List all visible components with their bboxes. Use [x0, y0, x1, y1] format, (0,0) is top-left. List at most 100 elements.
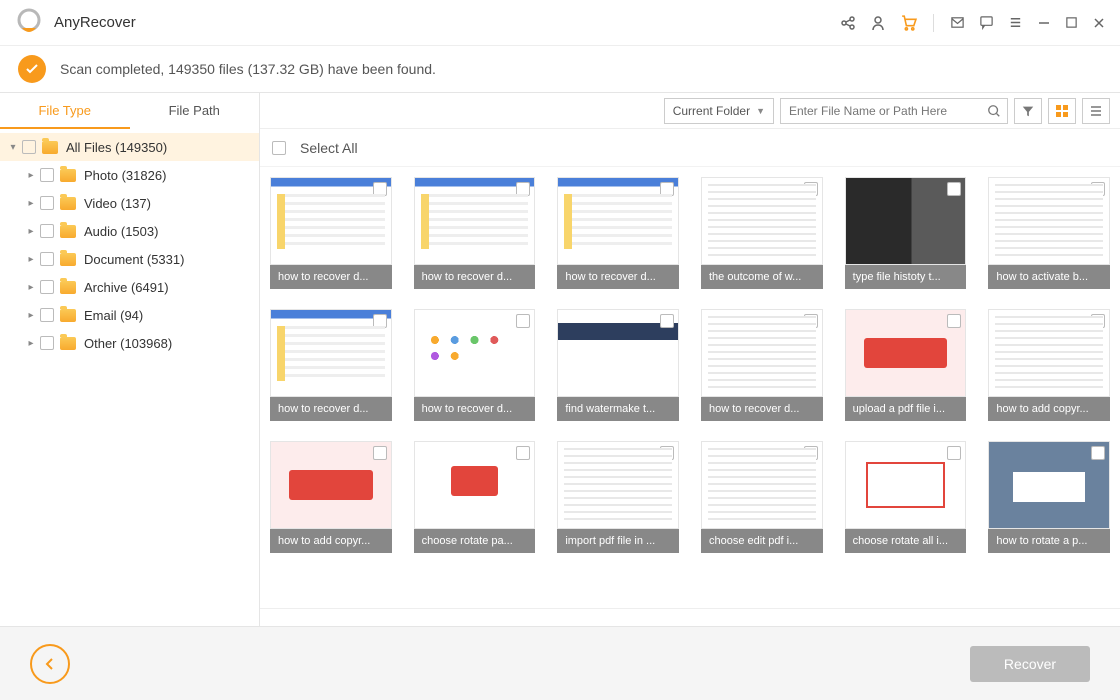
thumbnail-checkbox[interactable]	[804, 182, 818, 196]
thumbnail-preview	[414, 441, 536, 529]
checkbox[interactable]	[40, 280, 54, 294]
tree-item[interactable]: ▸ Photo (31826)	[0, 161, 259, 189]
recover-button[interactable]: Recover	[970, 646, 1090, 682]
thumbnail-checkbox[interactable]	[516, 182, 530, 196]
thumbnail-checkbox[interactable]	[373, 314, 387, 328]
thumbnail-checkbox[interactable]	[1091, 182, 1105, 196]
app-title: AnyRecover	[54, 14, 136, 31]
chevron-right-icon[interactable]: ▸	[24, 224, 38, 238]
tab-file-type[interactable]: File Type	[0, 93, 130, 129]
folder-icon	[60, 281, 76, 294]
checkbox[interactable]	[40, 336, 54, 350]
thumbnail-preview	[701, 441, 823, 529]
thumbnail-checkbox[interactable]	[804, 446, 818, 460]
folder-icon	[42, 141, 58, 154]
thumbnail-item[interactable]: choose rotate all i...	[845, 441, 967, 553]
thumbnail-grid: how to recover d... how to recover d... …	[270, 177, 1110, 553]
mail-icon[interactable]	[950, 15, 965, 30]
tree-item[interactable]: ▸ Other (103968)	[0, 329, 259, 357]
thumbnail-item[interactable]: how to add copyr...	[988, 309, 1110, 421]
folder-scope-dropdown[interactable]: Current Folder ▼	[664, 98, 774, 124]
thumbnail-preview	[845, 177, 967, 265]
user-icon[interactable]	[870, 15, 886, 31]
menu-icon[interactable]	[1008, 15, 1023, 30]
content-footer-strip	[260, 608, 1120, 626]
tree-label: Video (137)	[84, 196, 151, 211]
checkbox[interactable]	[40, 196, 54, 210]
chevron-right-icon[interactable]: ▸	[24, 336, 38, 350]
tree-item[interactable]: ▸ Email (94)	[0, 301, 259, 329]
minimize-icon[interactable]	[1037, 16, 1051, 30]
thumbnail-item[interactable]: choose edit pdf i...	[701, 441, 823, 553]
thumbnail-checkbox[interactable]	[660, 182, 674, 196]
list-view-icon[interactable]	[1082, 98, 1110, 124]
chevron-right-icon[interactable]: ▸	[24, 308, 38, 322]
thumbnail-item[interactable]: how to recover d...	[414, 309, 536, 421]
thumbnail-preview	[270, 441, 392, 529]
thumbnail-item[interactable]: import pdf file in ...	[557, 441, 679, 553]
chevron-down-icon: ▼	[756, 106, 765, 116]
checkbox[interactable]	[40, 252, 54, 266]
thumbnail-checkbox[interactable]	[660, 446, 674, 460]
thumbnail-checkbox[interactable]	[804, 314, 818, 328]
content-panel: Current Folder ▼ Select All	[260, 93, 1120, 626]
share-icon[interactable]	[840, 15, 856, 31]
thumbnail-checkbox[interactable]	[373, 446, 387, 460]
thumbnail-item[interactable]: how to add copyr...	[270, 441, 392, 553]
thumbnail-caption: upload a pdf file i...	[845, 397, 967, 421]
thumbnail-checkbox[interactable]	[947, 314, 961, 328]
grid-view-icon[interactable]	[1048, 98, 1076, 124]
thumbnail-checkbox[interactable]	[947, 182, 961, 196]
checkbox[interactable]	[40, 224, 54, 238]
thumbnail-caption: type file histoty t...	[845, 265, 967, 289]
checkbox[interactable]	[40, 168, 54, 182]
search-icon[interactable]	[981, 99, 1007, 123]
thumbnail-preview	[557, 441, 679, 529]
thumbnail-item[interactable]: how to recover d...	[270, 309, 392, 421]
thumbnail-item[interactable]: how to rotate a p...	[988, 441, 1110, 553]
tree-item-all-files[interactable]: ▾ All Files (149350)	[0, 133, 259, 161]
thumbnail-checkbox[interactable]	[1091, 314, 1105, 328]
select-all-checkbox[interactable]	[272, 141, 286, 155]
search-input[interactable]	[781, 99, 981, 123]
thumbnail-item[interactable]: how to recover d...	[414, 177, 536, 289]
thumbnail-item[interactable]: find watermake t...	[557, 309, 679, 421]
chevron-right-icon[interactable]: ▸	[24, 168, 38, 182]
chevron-right-icon[interactable]: ▸	[24, 196, 38, 210]
thumbnail-checkbox[interactable]	[516, 314, 530, 328]
cart-icon[interactable]	[900, 14, 917, 31]
thumbnail-checkbox[interactable]	[373, 182, 387, 196]
checkbox[interactable]	[22, 140, 36, 154]
back-button[interactable]	[30, 644, 70, 684]
thumbnail-checkbox[interactable]	[947, 446, 961, 460]
chevron-down-icon[interactable]: ▾	[6, 140, 20, 154]
chevron-right-icon[interactable]: ▸	[24, 252, 38, 266]
chevron-right-icon[interactable]: ▸	[24, 280, 38, 294]
filter-icon[interactable]	[1014, 98, 1042, 124]
tree-item[interactable]: ▸ Document (5331)	[0, 245, 259, 273]
thumbnail-item[interactable]: how to activate b...	[988, 177, 1110, 289]
thumbnail-item[interactable]: how to recover d...	[557, 177, 679, 289]
tab-file-path[interactable]: File Path	[130, 93, 260, 129]
thumbnail-item[interactable]: how to recover d...	[701, 309, 823, 421]
thumbnail-caption: find watermake t...	[557, 397, 679, 421]
tree-item[interactable]: ▸ Video (137)	[0, 189, 259, 217]
tree-item[interactable]: ▸ Archive (6491)	[0, 273, 259, 301]
thumbnail-preview	[557, 177, 679, 265]
close-icon[interactable]	[1092, 16, 1106, 30]
chat-icon[interactable]	[979, 15, 994, 30]
thumbnail-item[interactable]: choose rotate pa...	[414, 441, 536, 553]
thumbnail-checkbox[interactable]	[1091, 446, 1105, 460]
tree-item[interactable]: ▸ Audio (1503)	[0, 217, 259, 245]
maximize-icon[interactable]	[1065, 16, 1078, 29]
thumbnail-checkbox[interactable]	[660, 314, 674, 328]
thumbnail-item[interactable]: the outcome of w...	[701, 177, 823, 289]
thumbnail-scroll[interactable]: how to recover d... how to recover d... …	[260, 167, 1120, 608]
thumbnail-item[interactable]: type file histoty t...	[845, 177, 967, 289]
thumbnail-preview	[988, 441, 1110, 529]
thumbnail-item[interactable]: upload a pdf file i...	[845, 309, 967, 421]
thumbnail-checkbox[interactable]	[516, 446, 530, 460]
thumbnail-item[interactable]: how to recover d...	[270, 177, 392, 289]
thumbnail-caption: choose edit pdf i...	[701, 529, 823, 553]
checkbox[interactable]	[40, 308, 54, 322]
